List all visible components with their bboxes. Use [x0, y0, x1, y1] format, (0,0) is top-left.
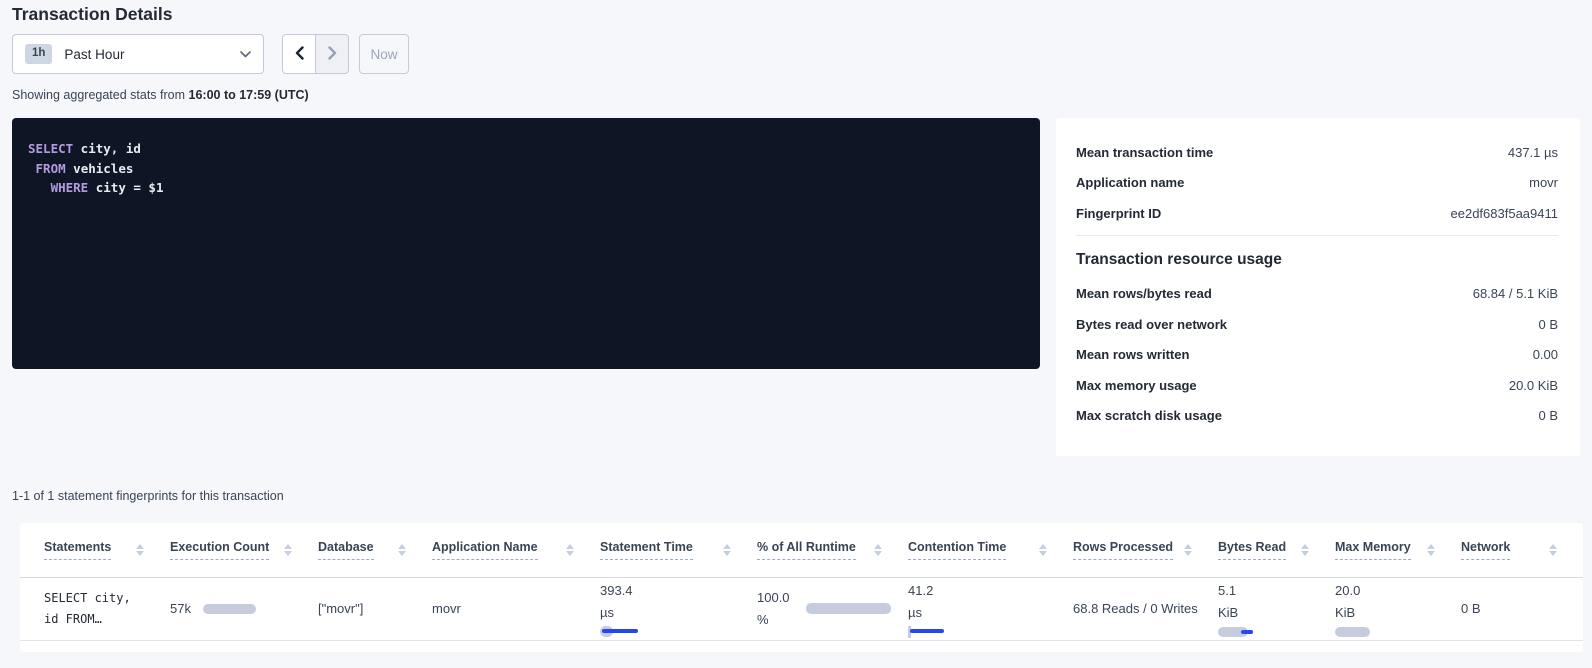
max-memory-bar — [1335, 627, 1370, 637]
cell-contention-time: 41.2 µs — [908, 577, 1073, 640]
column-header-pct-of-all-runtime[interactable]: % of All Runtime — [757, 523, 908, 577]
column-header-bytes-read[interactable]: Bytes Read — [1218, 523, 1335, 577]
summary-row-mean-transaction-time: Mean transaction time 437.1 µs — [1076, 137, 1558, 168]
sort-carets-icon[interactable] — [136, 544, 144, 556]
time-window-arrows — [282, 34, 349, 74]
summary-row-fingerprint-id: Fingerprint ID ee2df683f5aa9411 — [1076, 198, 1558, 229]
column-header-application-name[interactable]: Application Name — [432, 523, 600, 577]
column-header-execution-count[interactable]: Execution Count — [170, 523, 318, 577]
runtime-pct-bar — [806, 603, 891, 614]
statement-row: SELECT city, id FROM… 57k ["movr"] movr … — [20, 577, 1583, 640]
page-title: Transaction Details — [12, 4, 172, 25]
column-header-network[interactable]: Network — [1461, 523, 1583, 577]
cell-rows-processed: 68.8 Reads / 0 Writes — [1073, 577, 1218, 640]
summary-row-max-scratch-disk-usage: Max scratch disk usage 0 B — [1076, 401, 1558, 432]
statements-table: Statements Execution Count Database Appl… — [20, 523, 1583, 641]
contention-time-bar — [908, 626, 946, 638]
sort-carets-icon[interactable] — [1427, 544, 1435, 556]
cell-pct-of-all-runtime: 100.0 % — [757, 577, 908, 640]
sort-carets-icon[interactable] — [1039, 544, 1047, 556]
table-header-row: Statements Execution Count Database Appl… — [20, 523, 1583, 577]
cell-bytes-read: 5.1 KiB — [1218, 577, 1335, 640]
transaction-summary-card: Mean transaction time 437.1 µs Applicati… — [1056, 118, 1580, 456]
now-button[interactable]: Now — [359, 34, 409, 74]
column-header-statement-time[interactable]: Statement Time — [600, 523, 757, 577]
statement-time-bar — [600, 626, 640, 638]
aggregated-stats-note: Showing aggregated stats from 16:00 to 1… — [12, 88, 309, 102]
sql-line: SELECT city, id — [28, 139, 1024, 159]
sort-carets-icon[interactable] — [723, 544, 731, 556]
cell-statement-time: 393.4 µs — [600, 577, 757, 640]
sql-line: WHERE city = $1 — [28, 178, 1024, 198]
cell-application-name: movr — [432, 577, 600, 640]
statement-fingerprint-link[interactable]: SELECT city, id FROM… — [44, 588, 170, 630]
summary-row-bytes-read-over-network: Bytes read over network 0 B — [1076, 309, 1558, 340]
summary-row-max-memory-usage: Max memory usage 20.0 KiB — [1076, 370, 1558, 401]
column-header-rows-processed[interactable]: Rows Processed — [1073, 523, 1218, 577]
cell-max-memory: 20.0 KiB — [1335, 577, 1461, 640]
cell-execution-count: 57k — [170, 577, 318, 640]
resource-usage-section-title: Transaction resource usage — [1076, 251, 1558, 269]
column-header-statements[interactable]: Statements — [20, 523, 170, 577]
sort-carets-icon[interactable] — [874, 544, 882, 556]
transaction-sql-statement: SELECT city, id FROM vehicles WHERE city… — [12, 118, 1040, 369]
statement-fingerprints-count: 1-1 of 1 statement fingerprints for this… — [12, 489, 284, 503]
time-range-dropdown[interactable]: 1h Past Hour — [12, 34, 264, 74]
time-range-badge: 1h — [25, 44, 52, 64]
statements-table-card: Statements Execution Count Database Appl… — [20, 523, 1583, 652]
chevron-left-icon — [295, 46, 304, 63]
stats-time-range: 16:00 to 17:59 (UTC) — [189, 88, 309, 102]
summary-row-mean-rows-bytes-read: Mean rows/bytes read 68.84 / 5.1 KiB — [1076, 279, 1558, 310]
sort-carets-icon[interactable] — [398, 544, 406, 556]
summary-row-application-name: Application name movr — [1076, 168, 1558, 199]
sql-line: FROM vehicles — [28, 159, 1024, 179]
sort-carets-icon[interactable] — [1549, 544, 1557, 556]
bytes-read-bar — [1218, 627, 1262, 637]
cell-statement: SELECT city, id FROM… — [20, 577, 170, 640]
summary-divider — [1076, 235, 1558, 236]
sort-carets-icon[interactable] — [284, 544, 292, 556]
summary-row-mean-rows-written: Mean rows written 0.00 — [1076, 340, 1558, 371]
sort-carets-icon[interactable] — [1184, 544, 1192, 556]
next-time-window-button[interactable] — [315, 34, 349, 74]
execution-count-bar — [203, 604, 256, 614]
time-range-label: Past Hour — [64, 47, 124, 62]
cell-database: ["movr"] — [318, 577, 432, 640]
chevron-down-icon — [240, 51, 251, 58]
column-header-max-memory[interactable]: Max Memory — [1335, 523, 1461, 577]
previous-time-window-button[interactable] — [282, 34, 316, 74]
column-header-database[interactable]: Database — [318, 523, 432, 577]
sort-carets-icon[interactable] — [566, 544, 574, 556]
cell-network: 0 B — [1461, 577, 1583, 640]
chevron-right-icon — [328, 46, 337, 63]
column-header-contention-time[interactable]: Contention Time — [908, 523, 1073, 577]
sort-carets-icon[interactable] — [1301, 544, 1309, 556]
time-toolbar: 1h Past Hour Now — [12, 34, 409, 74]
